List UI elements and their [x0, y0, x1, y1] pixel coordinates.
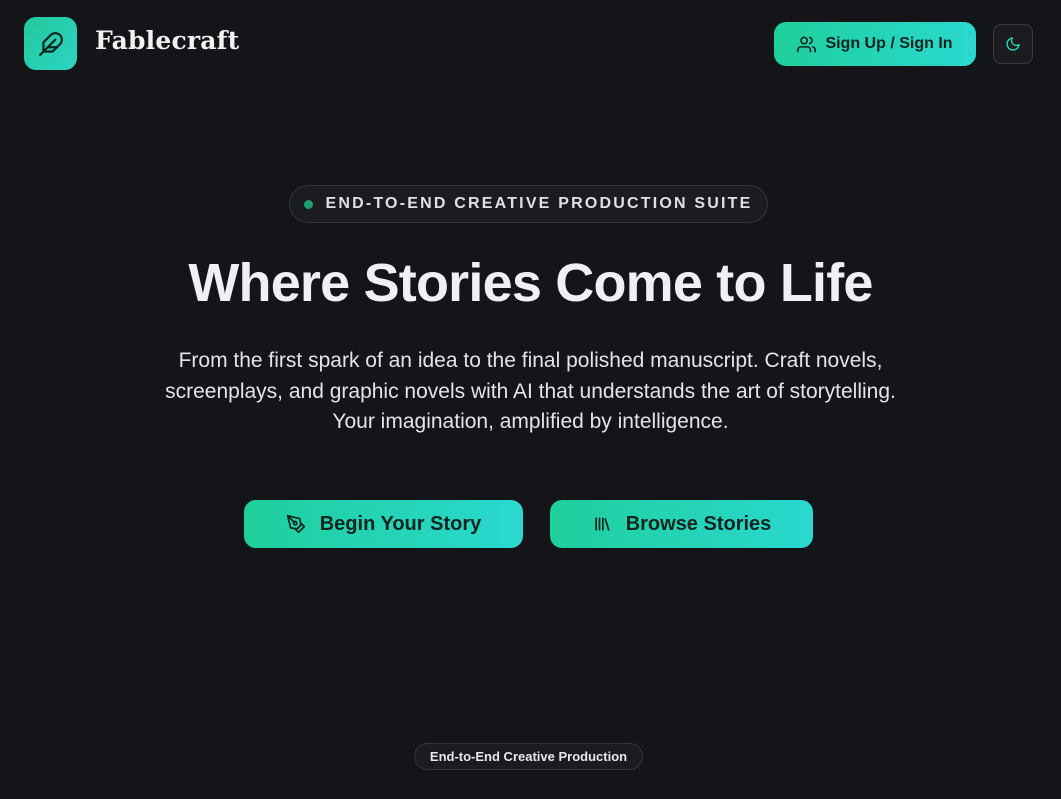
footer-badge-text: End-to-End Creative Production [429, 749, 628, 764]
theme-toggle-button[interactable] [993, 24, 1033, 64]
begin-story-button[interactable]: Begin Your Story [244, 500, 523, 548]
browse-stories-button[interactable]: Browse Stories [550, 500, 813, 548]
landing-page: Fablecraft Sign Up / Sign In END-TO-END … [0, 0, 1061, 799]
hero-subtitle-line: Your imagination, amplified by intellige… [332, 410, 729, 433]
begin-story-label: Begin Your Story [319, 512, 482, 535]
users-icon [797, 35, 817, 54]
status-dot [304, 199, 314, 209]
moon-icon [1005, 36, 1021, 52]
logo[interactable] [24, 17, 77, 70]
sign-in-label: Sign Up / Sign In [825, 35, 953, 52]
top-header: Fablecraft Sign Up / Sign In [0, 0, 1061, 88]
hero-subtitle-line: screenplays, and graphic novels with AI … [165, 379, 896, 403]
pen-tool-icon [286, 514, 306, 534]
footer-badge: End-to-End Creative Production [414, 743, 643, 770]
browse-stories-label: Browse Stories [625, 512, 772, 535]
sign-in-button[interactable]: Sign Up / Sign In [774, 22, 976, 66]
hero-title: Where Stories Come to Life [188, 253, 873, 313]
library-icon [592, 514, 612, 534]
brand-name[interactable]: Fablecraft [95, 26, 239, 55]
suite-badge: END-TO-END CREATIVE PRODUCTION SUITE [289, 185, 768, 223]
hero-subtitle-line: From the first spark of an idea to the f… [178, 349, 883, 372]
suite-badge-text: END-TO-END CREATIVE PRODUCTION SUITE [325, 195, 753, 212]
feather-icon [38, 31, 64, 57]
hero-subtitle: From the first spark of an idea to the f… [90, 346, 971, 438]
